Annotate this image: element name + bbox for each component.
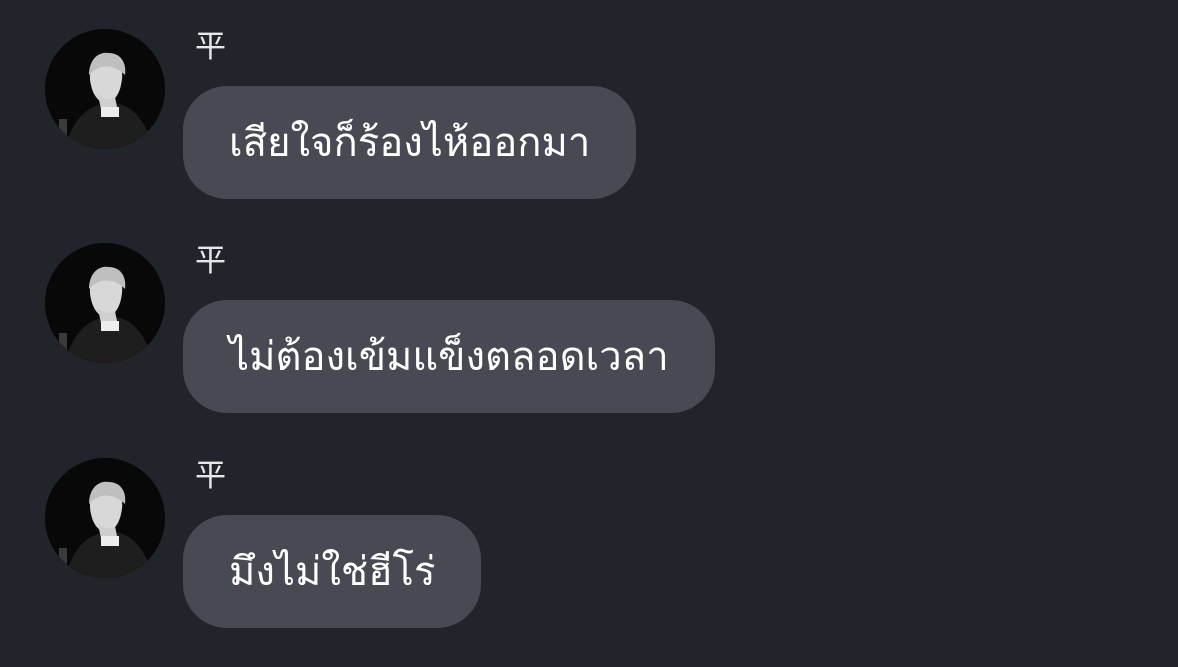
sender-name: 平: [195, 458, 226, 494]
avatar-photo: [45, 458, 165, 578]
message-bubble[interactable]: มึงไม่ใช่ฮีโร่: [183, 515, 482, 628]
avatar-photo: [45, 243, 165, 363]
avatar-photo: [45, 29, 165, 149]
chat-message-list: 平 เสียใจก็ร้องไห้ออกมา 平 ไม่ต้องเข้มแข็ง…: [0, 0, 1178, 667]
sender-name: 平: [195, 29, 226, 65]
avatar[interactable]: [45, 243, 165, 363]
message-text: มึงไม่ใช่ฮีโร่: [229, 548, 436, 595]
sender-name: 平: [195, 243, 226, 279]
message-text: ไม่ต้องเข้มแข็งตลอดเวลา: [229, 333, 669, 380]
chat-message: 平 มึงไม่ใช่ฮีโร่: [0, 429, 1178, 629]
message-bubble[interactable]: เสียใจก็ร้องไห้ออกมา: [183, 86, 637, 199]
avatar[interactable]: [45, 458, 165, 578]
chat-message: 平 เสียใจก็ร้องไห้ออกมา: [0, 0, 1178, 200]
avatar[interactable]: [45, 29, 165, 149]
message-bubble[interactable]: ไม่ต้องเข้มแข็งตลอดเวลา: [183, 300, 715, 413]
chat-message: 平 ไม่ต้องเข้มแข็งตลอดเวลา: [0, 214, 1178, 414]
message-text: เสียใจก็ร้องไห้ออกมา: [229, 119, 591, 166]
